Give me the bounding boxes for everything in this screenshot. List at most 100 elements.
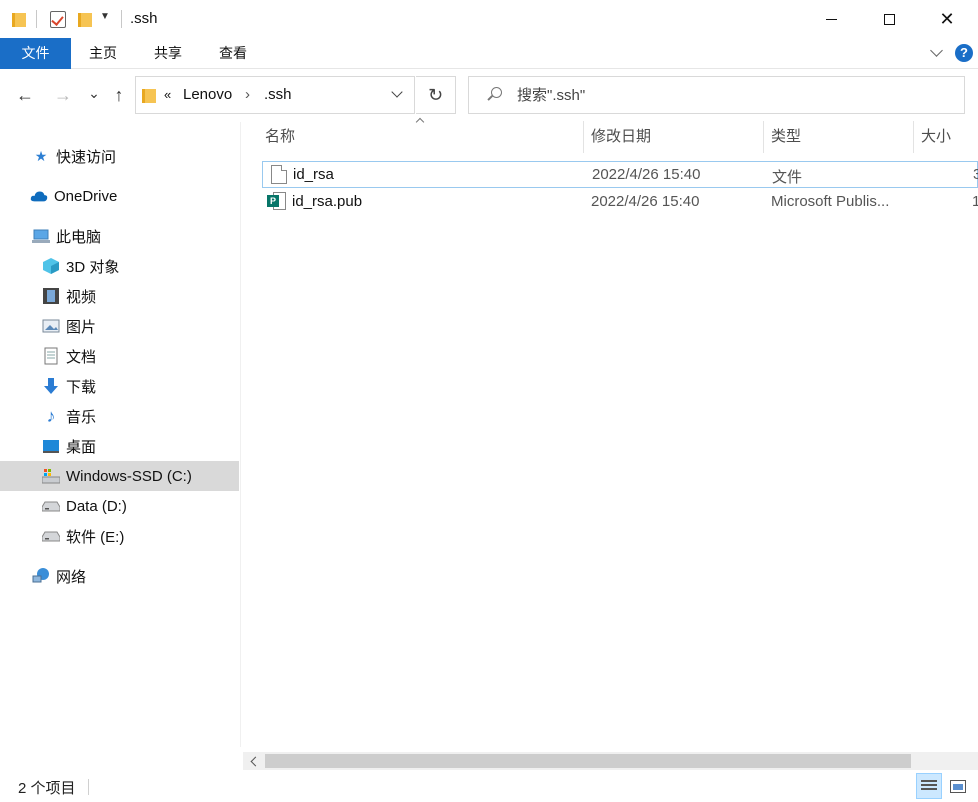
back-button[interactable]: ← <box>14 84 36 106</box>
breadcrumb-lenovo[interactable]: Lenovo <box>183 86 232 103</box>
status-bar: 2 个项目 <box>0 770 978 802</box>
new-folder-icon[interactable] <box>76 9 94 29</box>
folder-icon <box>10 9 28 29</box>
window-title: .ssh <box>130 10 158 27</box>
column-divider[interactable] <box>583 121 584 153</box>
sidebar-item-this-pc[interactable]: 此电脑 <box>0 221 239 251</box>
expand-ribbon-chevron-icon[interactable] <box>930 46 944 60</box>
ribbon-tabs: 文件 主页 共享 查看 ? <box>0 38 978 69</box>
maximize-icon <box>883 13 895 25</box>
sidebar-item-label: 3D 对象 <box>66 258 120 276</box>
column-header-size[interactable]: 大小 <box>921 121 951 153</box>
properties-icon[interactable] <box>48 9 68 29</box>
column-divider[interactable] <box>913 121 914 153</box>
recent-locations-button[interactable]: ⌄ <box>86 82 102 104</box>
file-name: id_rsa.pub <box>292 193 363 210</box>
sidebar-item-downloads[interactable]: 下载 <box>0 371 239 401</box>
music-note-icon: ♪ <box>46 405 56 426</box>
sidebar-item-3d-objects[interactable]: 3D 对象 <box>0 251 239 281</box>
sidebar-item-documents[interactable]: 文档 <box>0 341 239 371</box>
picture-icon <box>42 317 60 335</box>
address-folder-icon <box>142 87 156 103</box>
quick-access-divider <box>36 10 37 28</box>
column-header-type[interactable]: 类型 <box>771 121 801 153</box>
sidebar-item-label: 网络 <box>56 568 87 586</box>
file-date: 2022/4/26 15:40 <box>591 193 700 210</box>
sidebar-item-label: Data (D:) <box>66 497 127 515</box>
file-type: Microsoft Publis... <box>771 193 890 210</box>
scrollbar-thumb[interactable] <box>265 754 911 768</box>
search-box[interactable] <box>468 76 965 114</box>
publisher-file-icon: P <box>267 192 286 211</box>
help-icon[interactable]: ? <box>955 44 973 62</box>
sidebar-item-label: 此电脑 <box>56 228 102 246</box>
large-icons-view-icon <box>950 779 966 793</box>
system-drive-icon <box>42 467 60 485</box>
table-row[interactable]: P id_rsa.pub 2022/4/26 15:40 Microsoft P… <box>262 189 978 216</box>
tab-home[interactable]: 主页 <box>78 38 128 69</box>
tab-file[interactable]: 文件 <box>0 38 71 69</box>
sidebar-item-desktop[interactable]: 桌面 <box>0 431 239 461</box>
search-icon <box>485 86 503 104</box>
document-icon <box>42 347 60 365</box>
column-header-name[interactable]: 名称 <box>265 121 295 153</box>
file-date: 2022/4/26 15:40 <box>592 166 701 183</box>
sidebar-item-label: 软件 (E:) <box>66 528 125 546</box>
file-size: 3 <box>973 166 978 183</box>
file-name: id_rsa <box>293 166 334 183</box>
sidebar-item-label: 文档 <box>66 348 97 366</box>
address-overflow-icon[interactable]: « <box>164 87 171 102</box>
details-view-button[interactable] <box>916 773 942 799</box>
item-count: 2 个项目 <box>18 780 76 797</box>
star-icon: ★ <box>34 147 48 164</box>
large-icons-view-button[interactable] <box>945 773 971 799</box>
minimize-button[interactable] <box>802 0 860 38</box>
maximize-button[interactable] <box>860 0 918 38</box>
search-input[interactable] <box>517 85 947 105</box>
sidebar-item-label: OneDrive <box>54 187 118 205</box>
breadcrumb-ssh[interactable]: .ssh <box>264 86 292 103</box>
sidebar-item-videos[interactable]: 视频 <box>0 281 239 311</box>
address-history-chevron-icon[interactable] <box>390 88 404 102</box>
minimize-icon <box>825 18 837 20</box>
sidebar-item-label: 音乐 <box>66 408 97 426</box>
close-button[interactable]: ✕ <box>918 0 976 38</box>
sidebar-item-pictures[interactable]: 图片 <box>0 311 239 341</box>
sidebar-item-windows-ssd[interactable]: Windows-SSD (C:) <box>0 461 239 491</box>
drive-icon <box>42 527 60 545</box>
title-divider <box>121 10 122 28</box>
column-header-date[interactable]: 修改日期 <box>591 121 651 153</box>
file-size: 1 <box>972 193 978 210</box>
computer-icon <box>32 227 50 245</box>
refresh-button[interactable]: ↻ <box>416 76 456 114</box>
sidebar-item-music[interactable]: ♪ 音乐 <box>0 401 239 431</box>
sidebar-item-label: 桌面 <box>66 438 97 456</box>
title-bar: ▼ .ssh ✕ <box>0 0 978 38</box>
status-divider <box>88 779 89 795</box>
network-icon <box>32 567 50 585</box>
sidebar-item-onedrive[interactable]: OneDrive <box>0 181 239 211</box>
address-bar[interactable]: « Lenovo › .ssh <box>135 76 415 114</box>
sidebar-item-label: 快速访问 <box>56 148 117 166</box>
sidebar-item-software-e[interactable]: 软件 (E:) <box>0 521 239 551</box>
breadcrumb-separator-icon[interactable]: › <box>245 86 250 103</box>
scroll-left-arrow-icon[interactable] <box>243 752 265 770</box>
sidebar-item-quick-access[interactable]: ★ 快速访问 <box>0 141 239 171</box>
table-row[interactable]: id_rsa 2022/4/26 15:40 文件 3 <box>262 161 978 188</box>
tab-view[interactable]: 查看 <box>208 38 258 69</box>
file-type: 文件 <box>772 169 803 186</box>
sidebar-item-label: 视频 <box>66 288 97 306</box>
cloud-icon <box>30 187 48 205</box>
sidebar-item-label: 图片 <box>66 318 97 336</box>
sort-ascending-icon <box>414 116 426 124</box>
column-divider[interactable] <box>763 121 764 153</box>
customize-quick-access-icon[interactable]: ▼ <box>100 11 110 22</box>
navigation-pane: ★ 快速访问 OneDrive 此电脑 3D 对象 视频 图片 文档 下载 ♪ … <box>0 122 241 747</box>
sidebar-item-network[interactable]: 网络 <box>0 561 239 591</box>
tab-share[interactable]: 共享 <box>143 38 193 69</box>
horizontal-scrollbar[interactable] <box>243 752 978 770</box>
download-arrow-icon <box>42 377 60 395</box>
forward-button[interactable]: → <box>52 84 74 106</box>
sidebar-item-data-d[interactable]: Data (D:) <box>0 491 239 521</box>
up-button[interactable]: ↑ <box>108 84 130 106</box>
